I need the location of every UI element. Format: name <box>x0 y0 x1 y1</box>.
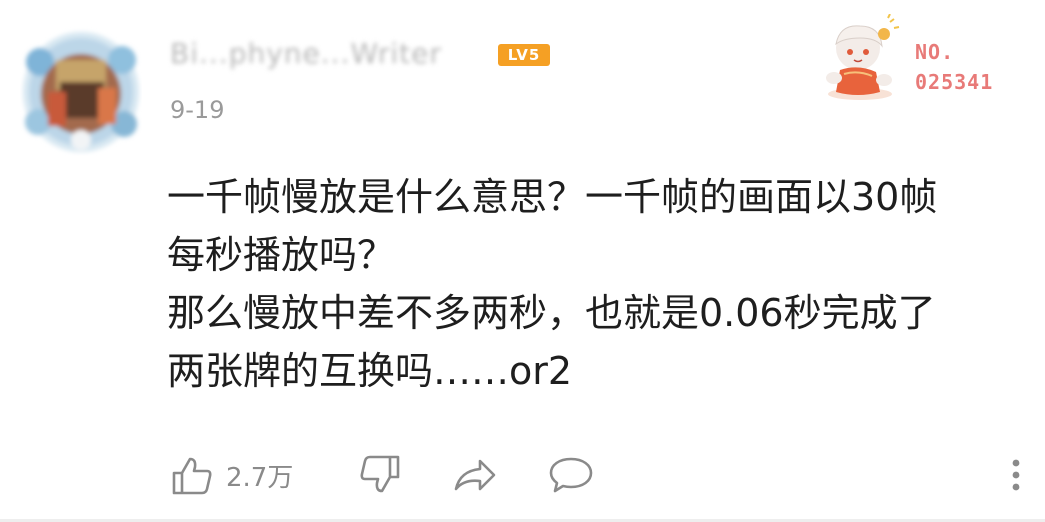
action-bar: 2.7万 <box>0 445 1045 505</box>
reply-button[interactable] <box>548 445 594 505</box>
thumbs-down-icon <box>360 455 400 493</box>
level-badge: LV5 <box>498 44 550 66</box>
dislike-button[interactable] <box>358 445 402 505</box>
more-icon <box>1012 459 1020 491</box>
comment-date: 9-19 <box>170 96 225 124</box>
avatar[interactable] <box>20 22 142 156</box>
like-count: 2.7万 <box>226 462 294 493</box>
like-button[interactable]: 2.7万 <box>170 445 293 505</box>
username[interactable]: Bi...phyne...Writer <box>170 36 490 72</box>
fan-badge-label: NO. <box>915 40 955 64</box>
fan-badge-number: 025341 <box>915 70 994 94</box>
comment-line: 那么慢放中差不多两秒，也就是0.06秒完成了 <box>167 291 936 335</box>
comment-line: 两张牌的互换吗……or2 <box>167 349 573 393</box>
comment-line: 每秒播放吗？ <box>167 233 396 277</box>
more-button[interactable] <box>1006 445 1026 505</box>
share-icon <box>454 459 496 491</box>
comment-text: 一千帧慢放是什么意思？一千帧的画面以30帧 每秒播放吗？ 那么慢放中差不多两秒，… <box>167 168 1027 400</box>
reply-icon <box>549 457 593 493</box>
share-button[interactable] <box>452 445 498 505</box>
comment-line: 一千帧慢放是什么意思？一千帧的画面以30帧 <box>167 175 938 219</box>
thumbs-up-icon <box>172 457 212 495</box>
